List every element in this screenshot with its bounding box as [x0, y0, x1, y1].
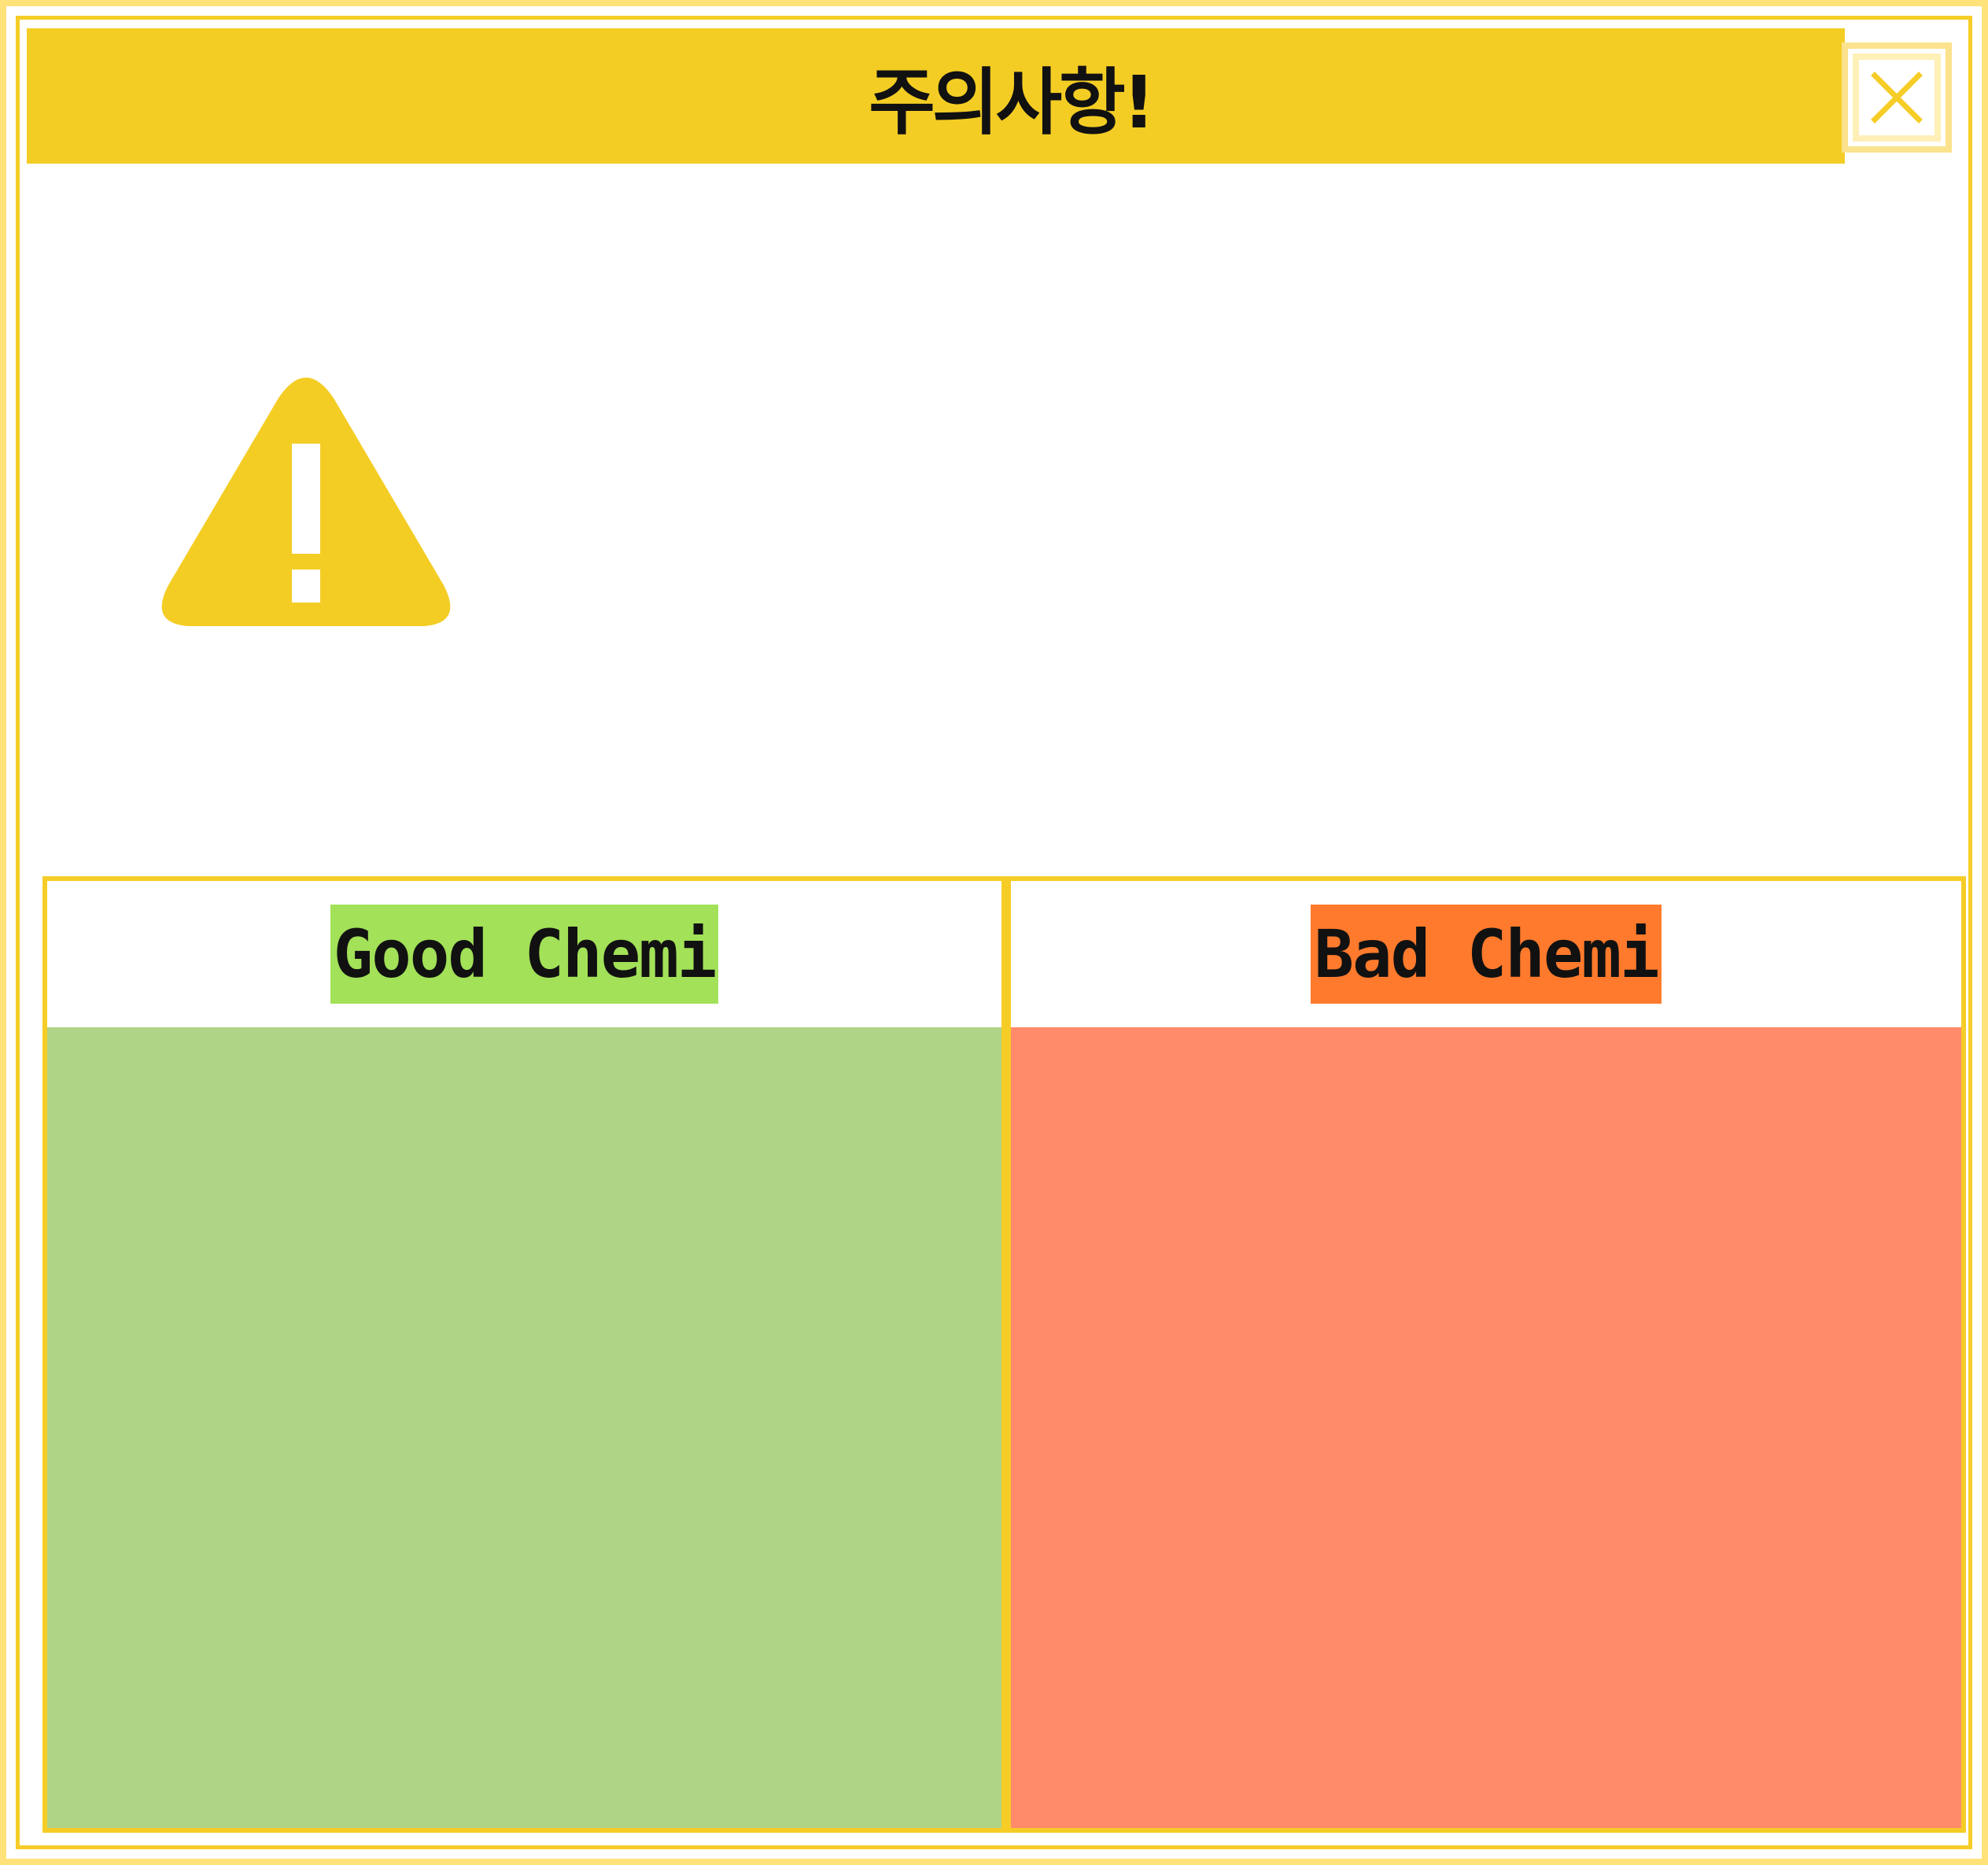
bad-chemi-panel: Bad Chemi: [1006, 876, 1966, 1833]
good-chemi-panel: Good Chemi: [42, 876, 1006, 1833]
close-button[interactable]: [1842, 42, 1952, 153]
good-chemi-area[interactable]: [47, 1027, 1001, 1828]
dialog-window: 주의사항! Good Chemi Bad Chemi: [0, 0, 1988, 1865]
bad-chemi-header: Bad Chemi: [1011, 881, 1961, 1027]
close-icon: [1871, 72, 1923, 123]
bad-chemi-label: Bad Chemi: [1311, 905, 1662, 1004]
title-bar[interactable]: 주의사항!: [27, 28, 1845, 164]
window-title: 주의사항!: [869, 60, 1156, 145]
good-chemi-label: Good Chemi: [330, 905, 719, 1004]
bad-chemi-area[interactable]: [1011, 1027, 1961, 1828]
warning-icon: [161, 378, 451, 626]
good-chemi-header: Good Chemi: [47, 881, 1001, 1027]
